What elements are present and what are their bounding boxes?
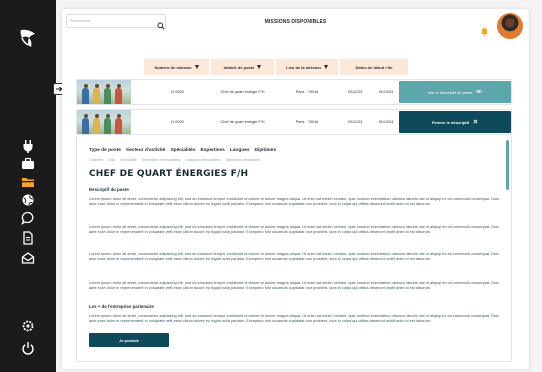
button-label: Fermer le descriptif — [431, 119, 470, 125]
logo-icon — [14, 24, 42, 52]
eye-icon — [476, 89, 483, 95]
globe-icon[interactable] — [18, 190, 38, 210]
section-title-partner: Les + de l'entreprise partenaire — [89, 304, 154, 309]
column-header-job-title[interactable]: Intitulé de poste — [211, 59, 274, 75]
settings-icon[interactable] — [18, 316, 38, 336]
location: Paris - 75016 — [295, 119, 319, 124]
mission-number: N 0005 — [171, 89, 184, 94]
button-label: Voir le descriptif de poste — [427, 89, 473, 95]
tab-specialites[interactable]: Spécialités — [170, 148, 195, 153]
description-paragraph: Lorem ipsum dolor sit amet, consectetur … — [89, 224, 499, 235]
table-row[interactable]: N 0005 Chef de quart énergie F/H Paris -… — [76, 109, 512, 135]
criteria-value: Expertises demandées — [141, 158, 181, 162]
chat-icon[interactable] — [18, 208, 38, 228]
column-label: Lieu de la mission — [286, 64, 321, 70]
briefcase-icon[interactable] — [18, 154, 38, 174]
criteria-values: Chantier Eau Spécialité Expertises deman… — [89, 158, 260, 162]
job-description-panel: Type de poste Secteur d'activité Spécial… — [76, 136, 512, 362]
missions-folder-icon[interactable] — [18, 172, 38, 192]
apply-button[interactable]: Je postule — [89, 333, 169, 347]
end-date: 31/10/24 — [378, 89, 394, 94]
partner-paragraph: Lorem ipsum dolor sit amet, consectetur … — [89, 313, 499, 324]
sort-down-icon[interactable] — [323, 65, 328, 69]
sidebar — [0, 0, 56, 372]
description-paragraph: Lorem ipsum dolor sit amet, consectetur … — [89, 196, 499, 207]
close-description-button[interactable]: Fermer le descriptif — [399, 111, 511, 133]
tab-secteur[interactable]: Secteur d'activité — [126, 148, 166, 153]
start-date: 29/11/23 — [347, 89, 363, 94]
criteria-value: Chantier — [89, 158, 104, 162]
avatar[interactable] — [497, 13, 523, 39]
criteria-value: Spécialité — [120, 158, 137, 162]
mail-icon[interactable] — [18, 248, 38, 268]
page-title: MISSIONS DISPONIBLES — [264, 19, 327, 25]
mission-photo — [77, 110, 131, 134]
document-icon[interactable] — [18, 228, 38, 248]
scrollbar[interactable] — [506, 140, 509, 190]
column-label: Numéro de mission — [154, 64, 192, 70]
tab-diplomes[interactable]: Diplômes — [255, 148, 277, 153]
notification-icon[interactable] — [480, 23, 489, 36]
close-icon — [473, 119, 478, 125]
column-header-location[interactable]: Lieu de la mission — [276, 59, 338, 75]
description-paragraph: Lorem ipsum dolor sit amet, consectetur … — [89, 251, 499, 262]
description-paragraph: Lorem ipsum dolor sit amet, consectetur … — [89, 280, 499, 291]
location: Paris - 75016 — [295, 89, 319, 94]
criteria-tabs: Type de poste Secteur d'activité Spécial… — [89, 148, 276, 153]
criteria-value: Eau — [108, 158, 116, 162]
table-row[interactable]: N 0005 Chef de quart énergie F/H Paris -… — [76, 79, 512, 105]
criteria-value: Diplômes demandés — [225, 158, 261, 162]
main-panel: Rechercher MISSIONS DISPONIBLES Numéro d… — [62, 9, 529, 369]
tab-expertises[interactable]: Expertises — [201, 148, 225, 153]
column-label: Dates de début / fin — [355, 64, 393, 70]
start-date: 29/11/23 — [347, 119, 363, 124]
sort-down-icon[interactable] — [257, 65, 262, 69]
section-title-description: Descriptif du poste — [89, 187, 129, 192]
job-title: Chef de quart énergie F/H — [220, 89, 265, 94]
end-date: 31/10/24 — [378, 119, 394, 124]
view-description-button[interactable]: Voir le descriptif de poste — [399, 81, 511, 103]
plug-icon[interactable] — [18, 136, 38, 156]
sort-down-icon[interactable] — [194, 65, 199, 69]
mission-photo — [77, 80, 131, 104]
mission-number: N 0005 — [171, 119, 184, 124]
column-header-dates[interactable]: Dates de début / fin — [340, 59, 408, 75]
job-title: Chef de quart énergie F/H — [220, 119, 265, 124]
job-heading: CHEF DE QUART ÉNERGIES F/H — [89, 169, 249, 179]
column-header-mission-number[interactable]: Numéro de mission — [144, 59, 209, 75]
tab-langues[interactable]: Langues — [230, 148, 250, 153]
criteria-value: Langues demandées — [185, 158, 221, 162]
column-label: Intitulé de poste — [223, 64, 255, 70]
power-icon[interactable] — [18, 338, 38, 358]
tab-type-de-poste[interactable]: Type de poste — [89, 148, 121, 153]
